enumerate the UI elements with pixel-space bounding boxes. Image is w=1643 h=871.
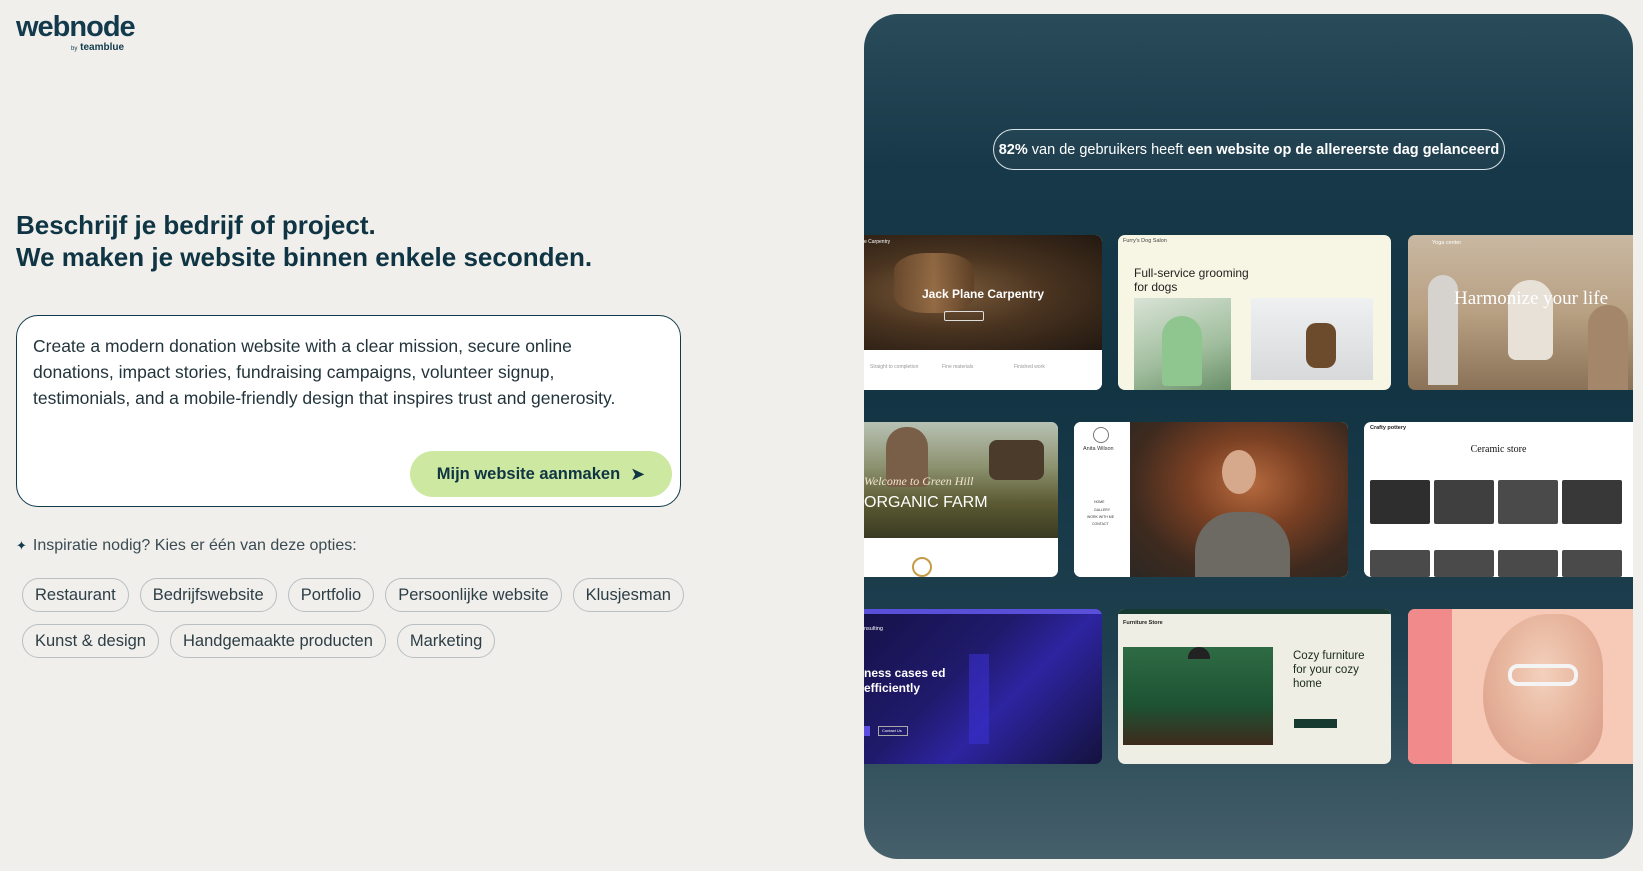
consulting-brand: nsulting	[864, 626, 883, 632]
inspiration-options: Restaurant Bedrijfswebsite Portfolio Per…	[22, 578, 722, 658]
product-thumb-5	[1370, 550, 1430, 577]
project-description-box[interactable]: Create a modern donation website with a …	[16, 315, 681, 507]
yoga-title: Harmonize your life	[1454, 288, 1609, 309]
portfolio-menu-work: WORK WITH ME	[1087, 515, 1115, 519]
carpentry-feature-1: Straight to completion	[870, 364, 919, 370]
portrait-face	[1222, 450, 1256, 494]
stat-percent: 82%	[998, 141, 1028, 158]
farm-badge-icon	[912, 557, 932, 577]
option-chip-restaurant[interactable]: Restaurant	[22, 578, 129, 612]
template-preview-carpentry: e Carpentry Jack Plane Carpentry Straigh…	[864, 235, 1102, 390]
logo-wordmark: webnode	[16, 11, 136, 43]
ceramic-title: Ceramic store	[1470, 444, 1527, 455]
groomer-figure	[1162, 316, 1202, 386]
carpentry-title: Jack Plane Carpentry	[921, 287, 1045, 301]
portfolio-menu-gallery: GALLERY	[1094, 508, 1111, 512]
portfolio-portrait	[1130, 422, 1348, 577]
headline-line-2: We maken je website binnen enkele second…	[16, 242, 593, 272]
portrait-body	[1195, 512, 1290, 577]
page-headline: Beschrijf je bedrijf of project. We make…	[16, 209, 776, 273]
optics-model-face	[1483, 614, 1603, 764]
farm-title: ORGANIC FARM	[864, 494, 988, 511]
farm-welcome: Welcome to Green Hill	[864, 474, 974, 488]
product-thumb-3	[1498, 480, 1558, 524]
headline-line-1: Beschrijf je bedrijf of project.	[16, 210, 376, 240]
consulting-light-beam	[969, 654, 989, 744]
inspiration-prompt: ✦ Inspiratie nodig? Kies er één van deze…	[16, 537, 357, 555]
product-thumb-7	[1498, 550, 1558, 577]
logo-brand: teamblue	[80, 42, 125, 53]
furniture-brand: Furniture Store	[1123, 620, 1163, 626]
portfolio-sidebar: Anita Wilson HOME GALLERY WORK WITH ME C…	[1074, 422, 1130, 577]
hay-figure	[989, 440, 1044, 480]
yoga-person-3	[1588, 305, 1628, 390]
groomer-photo	[1134, 298, 1231, 390]
furniture-topbar	[1118, 609, 1391, 614]
option-chip-art-design[interactable]: Kunst & design	[22, 624, 159, 658]
dog-photo	[1251, 298, 1373, 380]
template-preview-consulting: nsulting ness cases ed efficiently Conta…	[864, 609, 1102, 764]
webnode-logo[interactable]: webnode by teamblue	[16, 11, 136, 53]
template-preview-portfolio: Anita Wilson HOME GALLERY WORK WITH ME C…	[1074, 422, 1348, 577]
template-preview-optics	[1408, 609, 1633, 764]
portfolio-menu-home: HOME	[1094, 500, 1105, 504]
consulting-contact-button: Contact Us	[878, 726, 908, 736]
option-chip-marketing[interactable]: Marketing	[396, 624, 496, 658]
logo-byline: by teamblue	[71, 42, 124, 53]
portfolio-name: Anita Wilson	[1083, 446, 1114, 452]
template-showcase-panel: 82% van de gebruikers heeft een website …	[864, 14, 1633, 859]
glasses-icon	[1508, 664, 1578, 686]
portfolio-menu-contact: CONTACT	[1092, 522, 1109, 526]
template-preview-farm: Welcome to Green Hill ORGANIC FARM	[864, 422, 1058, 577]
arrow-right-icon: ➤	[630, 464, 646, 484]
furniture-photo	[1123, 647, 1273, 745]
furniture-title: Cozy furniture for your cozy home	[1293, 650, 1365, 690]
product-thumb-2	[1434, 480, 1494, 524]
logo-by: by	[71, 46, 78, 52]
project-description-input[interactable]: Create a modern donation website with a …	[33, 333, 633, 411]
carpentry-nav: e Carpentry	[864, 239, 891, 245]
product-thumb-4	[1562, 480, 1622, 524]
product-thumb-6	[1434, 550, 1494, 577]
carpentry-feature-2: Fine materials	[942, 364, 974, 370]
optics-sidebar	[1408, 609, 1452, 764]
consulting-title: ness cases ed efficiently	[864, 666, 946, 695]
template-preview-yoga: Yoga center Harmonize your life	[1408, 235, 1633, 390]
consulting-accent	[864, 726, 870, 736]
ceramic-brand: Crafty pottery	[1370, 425, 1407, 431]
consulting-topbar	[864, 609, 1102, 614]
carpentry-feature-3: Finished work	[1014, 364, 1045, 370]
template-preview-dog-salon: Furry's Dog Salon Full-service grooming …	[1118, 235, 1391, 390]
dog-salon-title: Full-service grooming for dogs	[1134, 266, 1249, 294]
sparkle-icon: ✦	[16, 538, 27, 553]
template-preview-furniture: Furniture Store Cozy furniture for your …	[1118, 609, 1391, 764]
furniture-cta	[1294, 719, 1337, 728]
option-chip-personal[interactable]: Persoonlijke website	[385, 578, 562, 612]
option-chip-business[interactable]: Bedrijfswebsite	[139, 578, 277, 612]
inspiration-label: Inspiratie nodig? Kies er één van deze o…	[32, 537, 357, 554]
product-thumb-8	[1562, 550, 1622, 577]
template-preview-ceramic: Crafty pottery Ceramic store	[1364, 422, 1633, 577]
product-thumb-1	[1370, 480, 1430, 524]
yoga-brand: Yoga center	[1432, 240, 1462, 246]
option-chip-portfolio[interactable]: Portfolio	[287, 578, 375, 612]
create-website-button[interactable]: Mijn website aanmaken ➤	[410, 451, 672, 497]
launch-stat-badge: 82% van de gebruikers heeft een website …	[993, 129, 1505, 170]
dog-figure	[1306, 323, 1336, 368]
stat-highlight: een website op de allereerste dag gelanc…	[1187, 141, 1500, 158]
monogram-icon	[1093, 427, 1109, 443]
create-website-label: Mijn website aanmaken	[436, 464, 621, 483]
carpentry-features: Straight to completion Fine materials Fi…	[864, 350, 1102, 390]
option-chip-handyman[interactable]: Klusjesman	[572, 578, 684, 612]
stat-text: van de gebruikers heeft	[1027, 141, 1188, 158]
barrel-shape	[894, 253, 974, 313]
carpentry-cta	[944, 311, 984, 321]
option-chip-handmade[interactable]: Handgemaakte producten	[170, 624, 386, 658]
consulting-contact-label: Contact Us	[882, 728, 902, 733]
dog-salon-brand: Furry's Dog Salon	[1123, 238, 1167, 244]
